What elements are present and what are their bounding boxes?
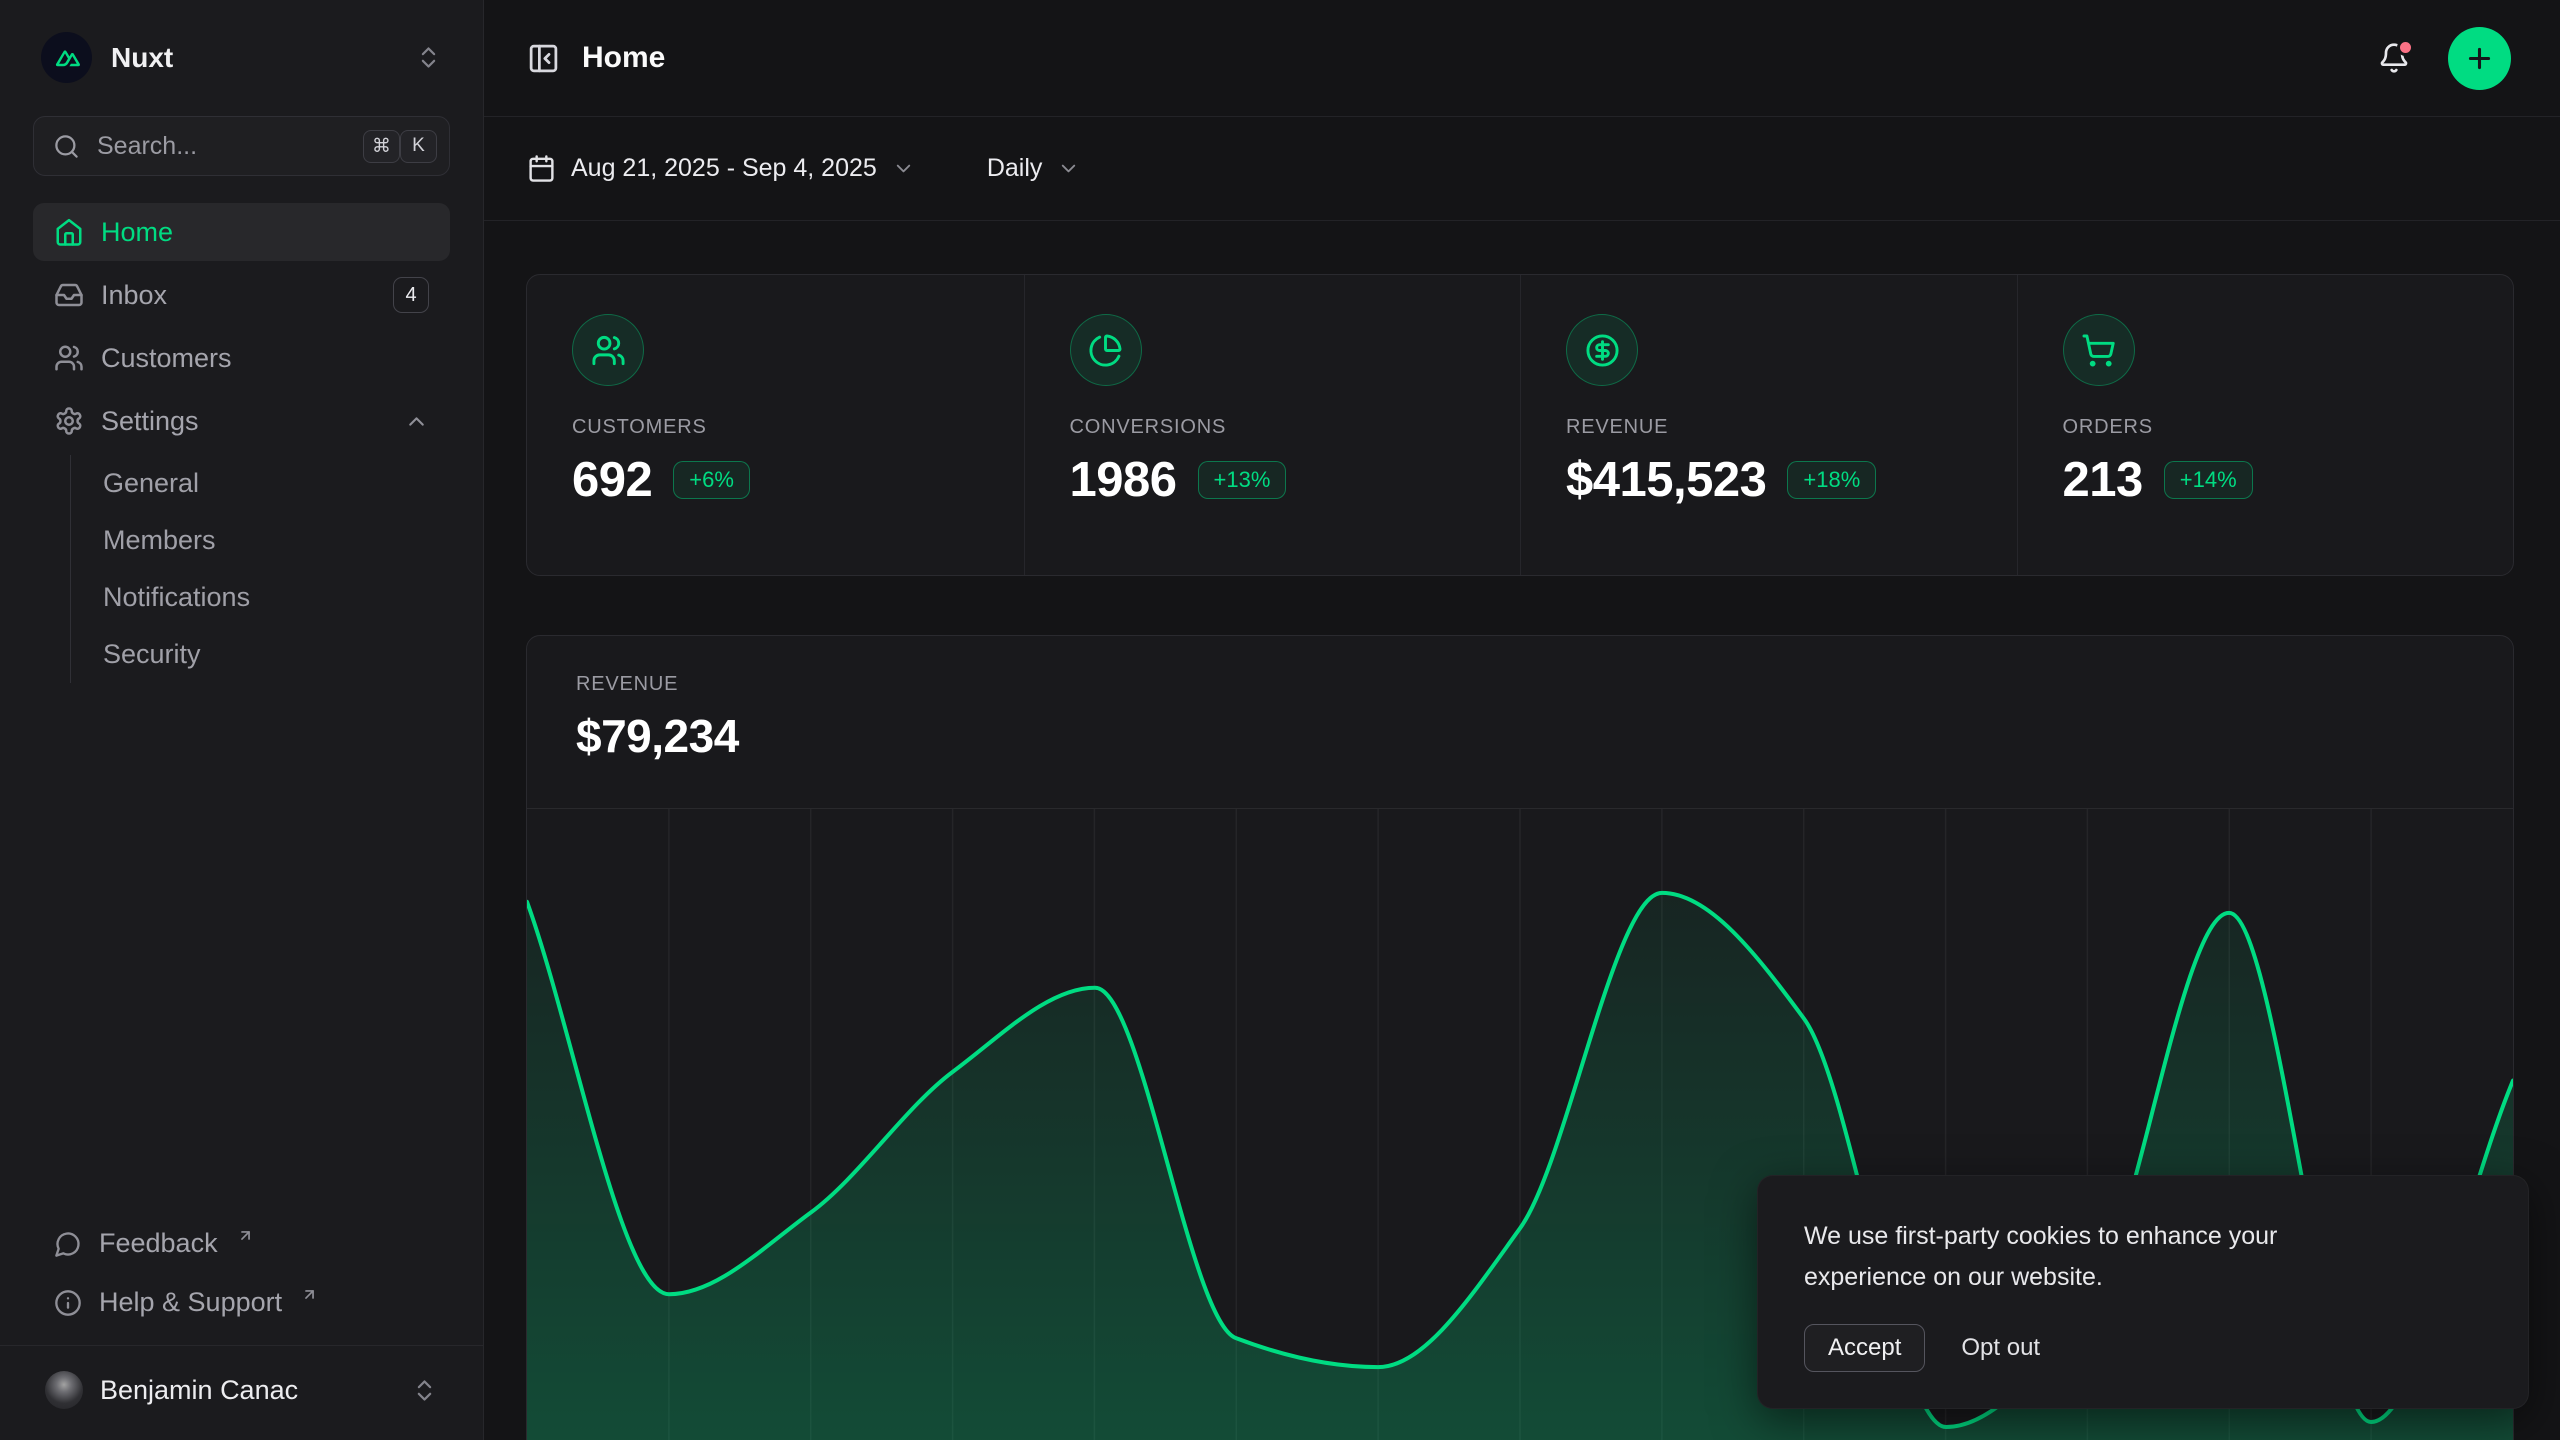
sidebar-item-label: Customers <box>101 343 232 374</box>
footer-link-label: Feedback <box>99 1228 218 1259</box>
search-input[interactable] <box>97 132 346 161</box>
stat-value: 692 <box>572 452 652 508</box>
sidebar-item-home[interactable]: Home <box>33 203 450 261</box>
sidebar-divider <box>0 1345 483 1346</box>
chevron-down-icon <box>892 157 915 180</box>
stat-card-conversions: CONVERSIONS 1986 +13% <box>1024 275 1521 575</box>
stat-label: CONVERSIONS <box>1070 416 1476 439</box>
stat-card-orders: ORDERS 213 +14% <box>2017 275 2514 575</box>
cookie-message: We use first-party cookies to enhance yo… <box>1804 1216 2384 1298</box>
chevron-down-icon <box>1057 157 1080 180</box>
arrow-up-right-icon <box>301 1286 318 1303</box>
notifications-button[interactable] <box>2378 42 2410 74</box>
add-button[interactable] <box>2448 27 2511 90</box>
inbox-unread-badge: 4 <box>393 277 429 313</box>
stat-icon-circle <box>2063 314 2135 386</box>
users-icon <box>591 333 626 368</box>
stat-icon-circle <box>1566 314 1638 386</box>
chevrons-up-down-icon <box>415 44 442 71</box>
stat-value: 1986 <box>1070 452 1177 508</box>
users-icon <box>54 343 84 373</box>
sidebar-item-general[interactable]: General <box>71 455 450 512</box>
filter-toolbar: Aug 21, 2025 - Sep 4, 2025 Daily <box>484 117 2560 221</box>
stat-value: $415,523 <box>1566 452 1766 508</box>
pie-chart-icon <box>1088 333 1123 368</box>
cookie-optout-button[interactable]: Opt out <box>1961 1334 2040 1362</box>
stats-panel: CUSTOMERS 692 +6% CONVERSIONS 1986 +13% <box>526 274 2514 576</box>
cookie-actions: Accept Opt out <box>1804 1324 2482 1372</box>
date-range-picker[interactable]: Aug 21, 2025 - Sep 4, 2025 <box>527 154 915 183</box>
granularity-value: Daily <box>987 154 1043 183</box>
stat-label: CUSTOMERS <box>572 416 979 439</box>
stat-card-customers: CUSTOMERS 692 +6% <box>527 275 1024 575</box>
home-icon <box>54 217 84 247</box>
sidebar-item-security[interactable]: Security <box>71 626 450 683</box>
nuxt-logo <box>41 32 92 83</box>
notification-dot <box>2397 39 2414 56</box>
settings-sub-list: General Members Notifications Security <box>70 455 450 683</box>
page-title: Home <box>582 41 665 75</box>
search-icon <box>53 133 80 160</box>
stat-value: 213 <box>2063 452 2143 508</box>
granularity-select[interactable]: Daily <box>987 154 1081 183</box>
page-header: Home <box>484 0 2560 117</box>
sidebar-item-customers[interactable]: Customers <box>33 329 450 387</box>
stat-label: REVENUE <box>1566 416 1972 439</box>
revenue-chart-value: $79,234 <box>576 709 2464 763</box>
stat-card-revenue: REVENUE $415,523 +18% <box>1520 275 2017 575</box>
search-box[interactable]: ⌘ K <box>33 116 450 176</box>
sidebar-item-members[interactable]: Members <box>71 512 450 569</box>
stat-label: ORDERS <box>2063 416 2469 439</box>
chevrons-up-down-icon <box>411 1377 438 1404</box>
calendar-icon <box>527 154 556 183</box>
panel-left-close-icon[interactable] <box>527 42 560 75</box>
sidebar-spacer <box>33 683 450 1214</box>
user-menu-button[interactable]: Benjamin Canac <box>33 1358 450 1422</box>
kbd-cmd: ⌘ <box>363 130 400 163</box>
plus-icon <box>2464 43 2495 74</box>
sidebar-item-label: Home <box>101 217 173 248</box>
stat-delta-badge: +18% <box>1787 461 1876 499</box>
sidebar-nav: Home Inbox 4 Customers Settings General … <box>33 203 450 683</box>
sidebar-item-label: Inbox <box>101 280 167 311</box>
message-circle-icon <box>54 1230 82 1258</box>
user-name: Benjamin Canac <box>100 1375 298 1406</box>
date-range-value: Aug 21, 2025 - Sep 4, 2025 <box>571 154 877 183</box>
revenue-chart-label: REVENUE <box>576 673 2464 696</box>
sidebar-item-notifications[interactable]: Notifications <box>71 569 450 626</box>
dollar-circle-icon <box>1585 333 1620 368</box>
stat-delta-badge: +13% <box>1198 461 1287 499</box>
header-actions <box>2378 27 2511 90</box>
sidebar-item-inbox[interactable]: Inbox 4 <box>33 266 450 324</box>
footer-link-label: Help & Support <box>99 1287 282 1318</box>
settings-gear-icon <box>54 406 84 436</box>
revenue-chart-header: REVENUE $79,234 <box>527 636 2513 763</box>
cookie-accept-button[interactable]: Accept <box>1804 1324 1925 1372</box>
stat-delta-badge: +14% <box>2164 461 2253 499</box>
chevron-up-icon <box>404 409 429 434</box>
inbox-icon <box>54 280 84 310</box>
sidebar-item-label: Settings <box>101 406 199 437</box>
avatar <box>45 1371 83 1409</box>
stat-delta-badge: +6% <box>673 461 750 499</box>
workspace-name: Nuxt <box>111 42 173 74</box>
stat-icon-circle <box>572 314 644 386</box>
kbd-k: K <box>400 130 437 163</box>
cookie-banner: We use first-party cookies to enhance yo… <box>1757 1175 2529 1409</box>
help-support-link[interactable]: Help & Support <box>33 1273 450 1332</box>
sidebar-item-settings[interactable]: Settings <box>33 392 450 450</box>
workspace-selector[interactable]: Nuxt <box>33 26 450 89</box>
search-shortcut: ⌘ K <box>363 130 437 163</box>
sidebar: Nuxt ⌘ K Home Inbox 4 Customers Settings <box>0 0 484 1440</box>
shopping-cart-icon <box>2081 333 2116 368</box>
info-circle-icon <box>54 1289 82 1317</box>
arrow-up-right-icon <box>237 1227 254 1244</box>
feedback-link[interactable]: Feedback <box>33 1214 450 1273</box>
stat-icon-circle <box>1070 314 1142 386</box>
